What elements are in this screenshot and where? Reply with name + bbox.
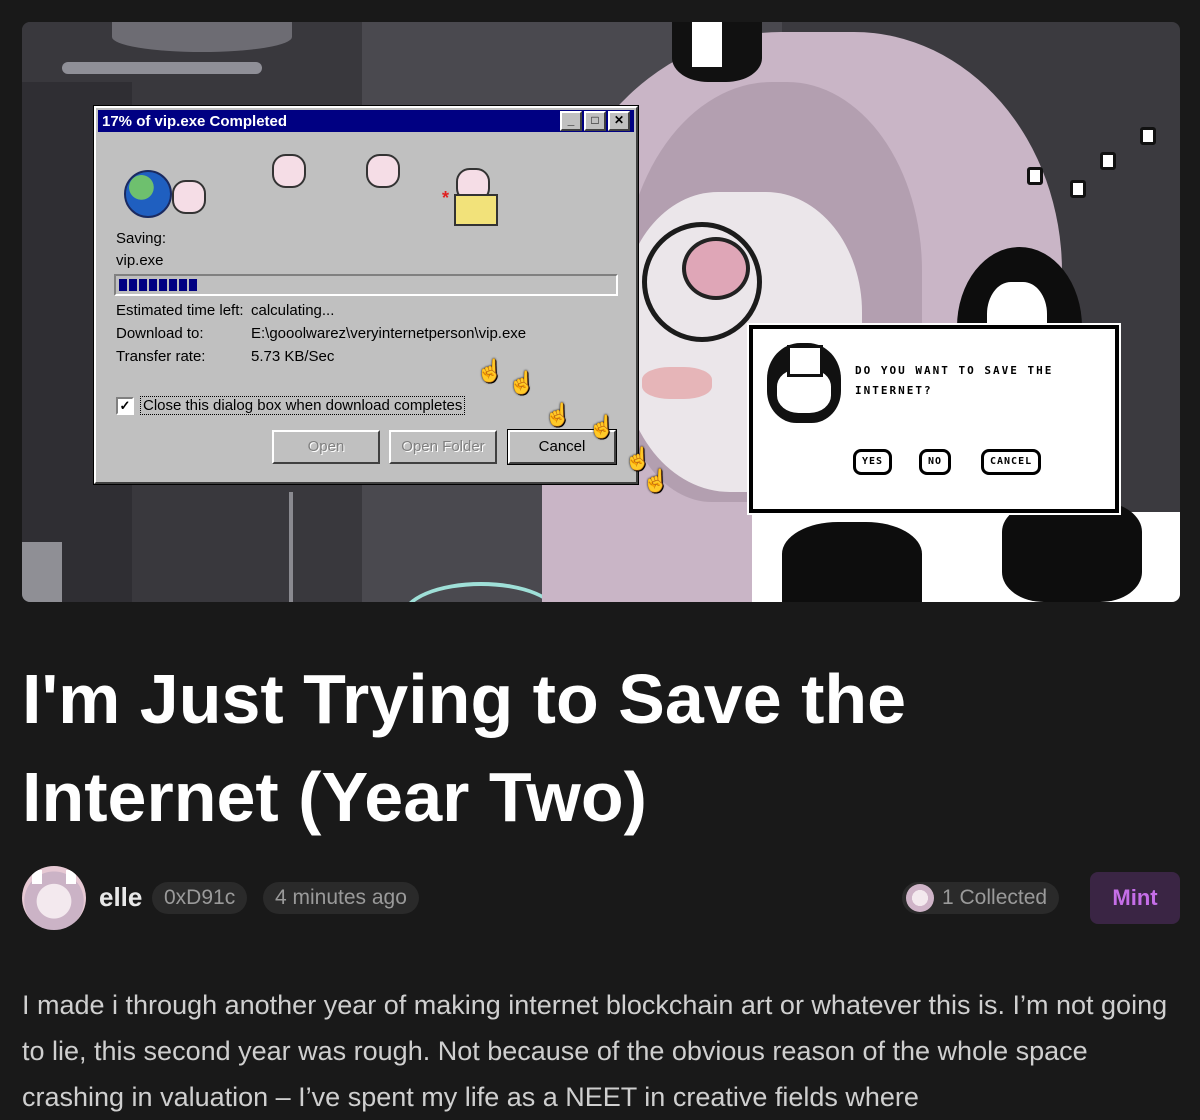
dialog-message: DO YOU WANT TO SAVE THE INTERNET? bbox=[855, 364, 1054, 397]
article-title: I'm Just Trying to Save the Internet (Ye… bbox=[22, 660, 907, 836]
eta-value: calculating... bbox=[251, 302, 335, 319]
progress-bar bbox=[114, 274, 618, 296]
article-body: I made i through another year of making … bbox=[22, 990, 1168, 1112]
pole bbox=[289, 492, 293, 602]
bw-shape bbox=[1002, 502, 1142, 602]
hand-cursor-icon: ☝ bbox=[588, 414, 616, 439]
hand-cursor-icon: ☝ bbox=[508, 370, 536, 395]
collected-count: 1 Collected bbox=[942, 886, 1048, 909]
floppy-icon bbox=[787, 345, 823, 377]
avatar-ears bbox=[32, 870, 76, 884]
ceiling-light bbox=[62, 62, 262, 74]
asterisk-icon: * bbox=[442, 188, 450, 208]
open-button[interactable]: Open bbox=[272, 430, 380, 464]
stair bbox=[22, 542, 62, 602]
close-on-complete-checkbox[interactable]: ✓ Close this dialog box when download co… bbox=[116, 396, 466, 415]
minimize-button[interactable]: _ bbox=[560, 111, 582, 131]
mint-button[interactable]: Mint bbox=[1090, 872, 1180, 924]
byline: elle 0xD91c 4 minutes ago 1 Collected Mi… bbox=[22, 866, 1180, 932]
yes-button[interactable]: YES bbox=[853, 449, 893, 475]
author-name[interactable]: elle bbox=[99, 882, 142, 913]
character-mouth bbox=[642, 367, 712, 399]
ceiling-lamp bbox=[112, 22, 292, 52]
critter-icon bbox=[366, 154, 400, 188]
folder-icon bbox=[454, 194, 498, 226]
critter-icon bbox=[172, 180, 206, 214]
close-button[interactable]: ✕ bbox=[608, 111, 630, 131]
window-controls: _ □ ✕ bbox=[560, 111, 630, 131]
cat-ear-inner bbox=[692, 22, 722, 67]
sparkle bbox=[1027, 167, 1043, 185]
hero-image: 17% of vip.exe Completed _ □ ✕ * Saving:… bbox=[22, 22, 1180, 602]
globe-icon bbox=[124, 170, 172, 218]
critter-icon bbox=[272, 154, 306, 188]
checkbox-label[interactable]: Close this dialog box when download comp… bbox=[140, 396, 466, 415]
sparkle bbox=[1100, 152, 1116, 170]
download-label: Download to: bbox=[116, 325, 204, 342]
checkbox-box[interactable]: ✓ bbox=[116, 396, 134, 415]
hand-cursor-icon: ☝ bbox=[642, 468, 670, 493]
hand-cursor-icon: ☝ bbox=[544, 402, 572, 427]
dialog-title: 17% of vip.exe Completed bbox=[102, 112, 288, 130]
saving-label: Saving: bbox=[116, 230, 167, 247]
wallet-address[interactable]: 0xD91c bbox=[152, 882, 248, 914]
cancel-button-pixel[interactable]: CANCEL bbox=[981, 449, 1042, 475]
open-folder-button[interactable]: Open Folder bbox=[389, 430, 497, 464]
animation-area: * bbox=[96, 134, 636, 226]
maximize-button[interactable]: □ bbox=[584, 111, 606, 131]
dialog-titlebar: 17% of vip.exe Completed _ □ ✕ bbox=[98, 110, 634, 132]
filename: vip.exe bbox=[116, 252, 164, 269]
eta-label: Estimated time left: bbox=[116, 302, 244, 319]
collector-avatar bbox=[906, 884, 934, 912]
rate-value: 5.73 KB/Sec bbox=[251, 348, 335, 365]
save-internet-dialog: DO YOU WANT TO SAVE THE INTERNET? YES NO… bbox=[747, 323, 1121, 515]
progress-fill bbox=[119, 279, 198, 291]
no-button[interactable]: NO bbox=[919, 449, 952, 475]
avatar[interactable] bbox=[22, 866, 86, 930]
hand-cursor-icon: ☝ bbox=[476, 358, 504, 383]
character-glasses bbox=[642, 222, 762, 342]
bw-shape bbox=[782, 522, 922, 602]
collected-badge[interactable]: 1 Collected bbox=[902, 882, 1060, 914]
download-path: E:\gooolwarez\veryinternetperson\vip.exe bbox=[251, 325, 527, 342]
sparkle bbox=[1140, 127, 1156, 145]
sparkle bbox=[1070, 180, 1086, 198]
rate-label: Transfer rate: bbox=[116, 348, 206, 365]
timestamp[interactable]: 4 minutes ago bbox=[263, 882, 419, 914]
